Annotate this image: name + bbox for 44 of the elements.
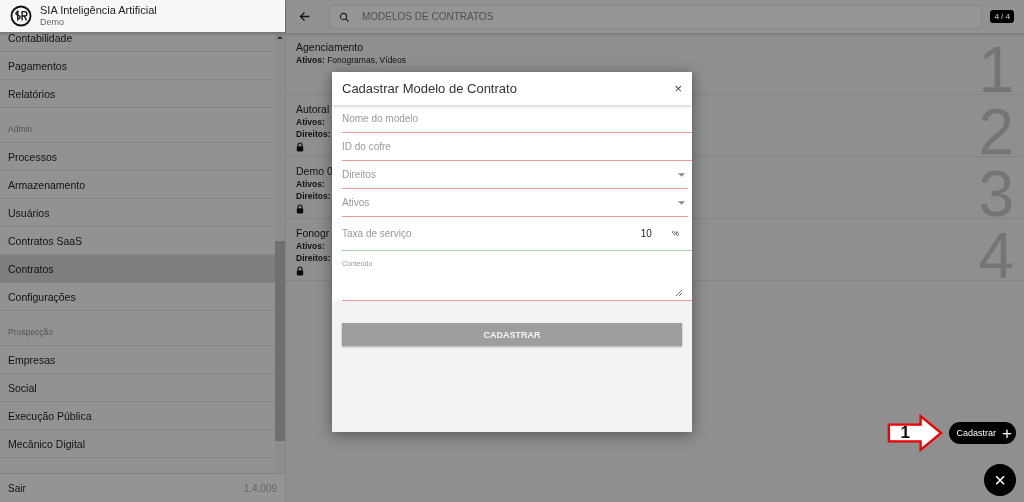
- dollar-r-logo-icon: [10, 5, 32, 27]
- dropdown-caret-icon: [678, 200, 685, 205]
- app-title: SIA Inteligência Artificial: [40, 4, 157, 16]
- contract-name[interactable]: Demo 0: [296, 165, 333, 177]
- scrollbar[interactable]: [275, 32, 285, 473]
- rights-line: Direitos:: [296, 252, 331, 264]
- rights-line: Direitos:: [296, 128, 331, 140]
- sidebar-item[interactable]: Armazenamento: [0, 171, 275, 199]
- app-subtitle: Demo: [40, 16, 65, 28]
- input-field[interactable]: ID do cofre: [342, 133, 692, 161]
- input-field[interactable]: Taxa de serviço 10 %: [342, 217, 692, 251]
- sidebar-item[interactable]: Contratos: [0, 255, 275, 283]
- annotation-arrow: 1: [886, 414, 943, 452]
- search-field[interactable]: MODELOS DE CONTRATOS: [329, 4, 983, 29]
- sidebar-item[interactable]: Configurações: [0, 283, 275, 311]
- input-field[interactable]: Nome do modelo: [342, 105, 692, 133]
- contract-name[interactable]: Fonogr: [296, 227, 330, 239]
- contract-name[interactable]: Agenciamento: [296, 41, 364, 53]
- sidebar-item[interactable]: Usuários: [0, 199, 275, 227]
- search-icon: [339, 11, 350, 23]
- rights-line: Direitos:: [296, 190, 331, 202]
- sidebar-item[interactable]: Relatórios: [0, 80, 275, 108]
- close-fab-button[interactable]: ×: [984, 464, 1016, 496]
- modal-title: Cadastrar Modelo de Contrato: [342, 81, 517, 96]
- sidebar-item[interactable]: Empresas: [0, 346, 275, 374]
- dropdown-caret-icon: [678, 172, 685, 177]
- assets-line: Ativos:: [296, 116, 325, 128]
- contract-name[interactable]: Autoral: [296, 103, 330, 115]
- assets-line: Ativos:: [296, 178, 325, 190]
- assets-line: Ativos:: [296, 240, 325, 252]
- sidebar-item[interactable]: Contabilidade: [0, 32, 275, 52]
- sidebar-item[interactable]: Pagamentos: [0, 52, 275, 80]
- close-button[interactable]: ×: [672, 81, 684, 96]
- sidebar-item[interactable]: Mecânico Digital: [0, 430, 275, 458]
- sidebar-item[interactable]: Execução Pública: [0, 402, 275, 430]
- count-badge: 4 / 4: [990, 10, 1014, 23]
- resize-handle-icon[interactable]: [676, 290, 682, 296]
- logout-link[interactable]: Sair: [8, 482, 26, 494]
- select-field[interactable]: Direitos: [342, 161, 688, 189]
- sidebar-item[interactable]: Processos: [0, 143, 275, 171]
- assets-line: Ativos: Fonogramas, Vídeos: [296, 54, 407, 66]
- add-button[interactable]: Cadastrar +: [948, 422, 1016, 444]
- sidebar-item[interactable]: Social: [0, 374, 275, 402]
- back-arrow-icon[interactable]: [298, 10, 311, 23]
